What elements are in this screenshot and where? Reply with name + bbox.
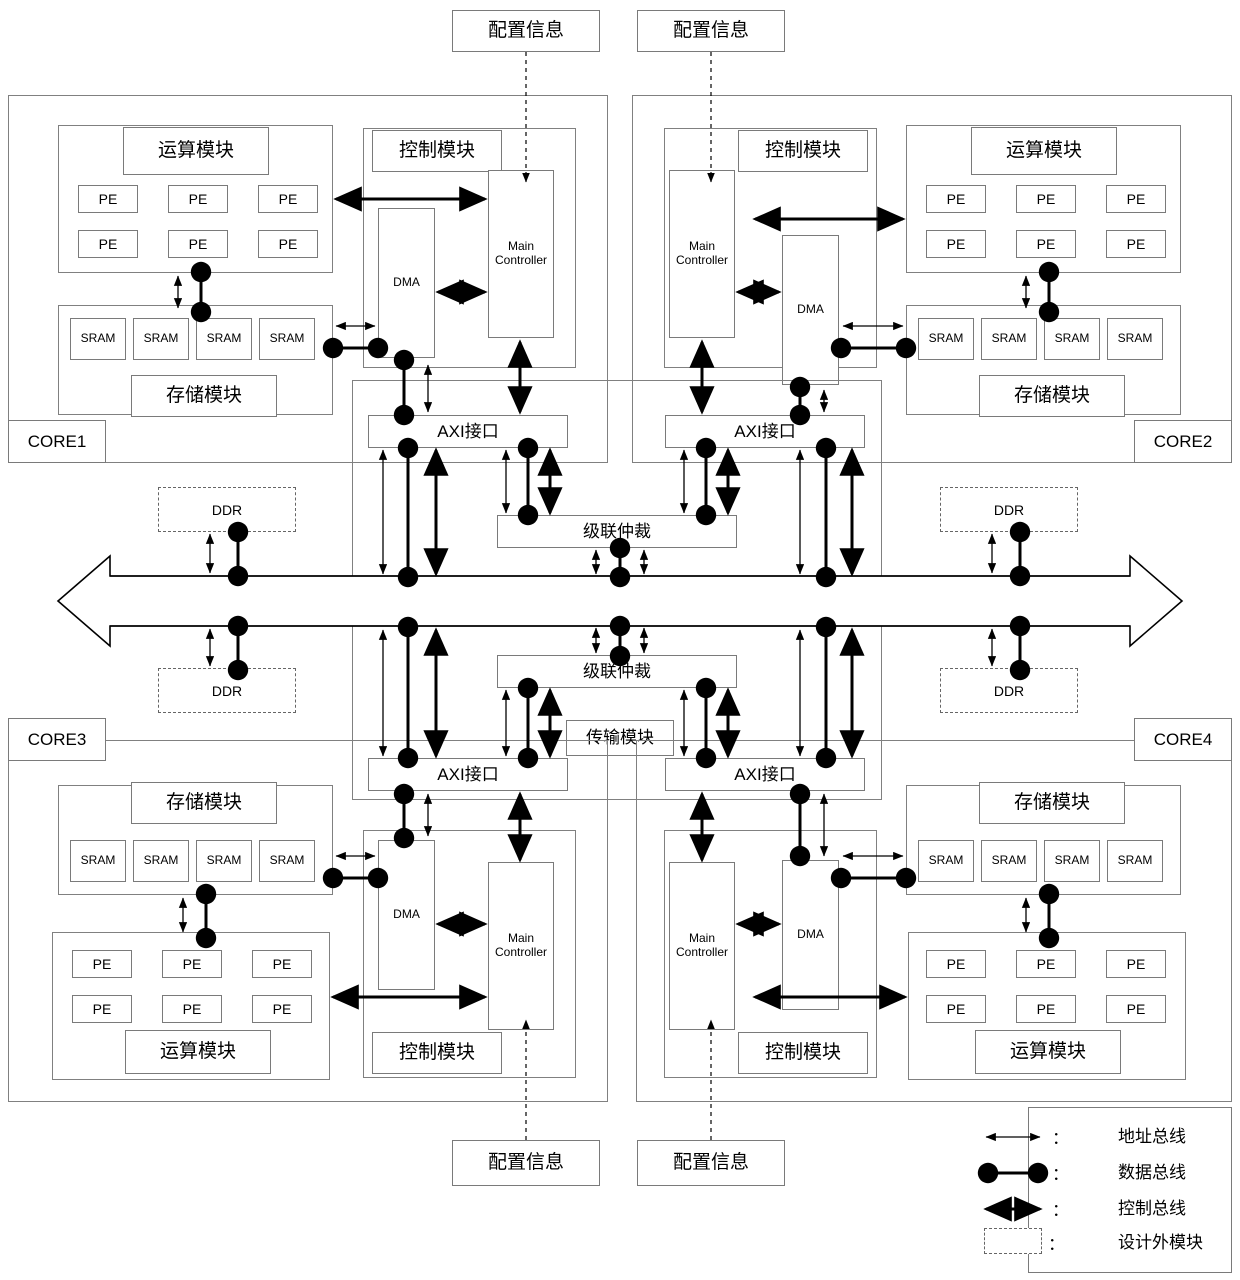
core1-sram-1: SRAM [70, 318, 126, 360]
legend-address-bus-row: 地址总线 [1058, 1122, 1228, 1152]
core4-dma: DMA [782, 860, 839, 1010]
core1-pe-2: PE [168, 185, 228, 213]
core3-pe-5: PE [162, 995, 222, 1023]
config-info-box-top-left: 配置信息 [452, 10, 600, 52]
config-info-box-bottom-left: 配置信息 [452, 1140, 600, 1186]
core3-main-controller: Main Controller [488, 862, 554, 1030]
ddr-right-bottom: DDR [940, 668, 1078, 713]
axi-interface-top-right: AXI接口 [665, 415, 865, 448]
core1-pe-4: PE [78, 230, 138, 258]
core1-compute-module-label: 运算模块 [123, 127, 269, 175]
core2-pe-1: PE [926, 185, 986, 213]
config-info-box-bottom-right: 配置信息 [637, 1140, 785, 1186]
core4-pe-1: PE [926, 950, 986, 978]
core2-sram-4: SRAM [1107, 318, 1163, 360]
core2-tag: CORE2 [1134, 420, 1232, 463]
core3-pe-4: PE [72, 995, 132, 1023]
core4-pe-3: PE [1106, 950, 1166, 978]
config-info-label: 配置信息 [487, 1152, 564, 1174]
core3-tag: CORE3 [8, 718, 106, 761]
core3-compute-module-label: 运算模块 [125, 1030, 271, 1074]
core2-compute-module-label: 运算模块 [971, 127, 1117, 175]
ddr-left-bottom: DDR [158, 668, 296, 713]
core4-main-controller: Main Controller [669, 862, 735, 1030]
ddr-right-top: DDR [940, 487, 1078, 532]
cascade-arbiter-bottom: 级联仲裁 [497, 655, 737, 688]
axi-bus-label: AXI [585, 588, 655, 614]
config-info-box-top-right: 配置信息 [637, 10, 785, 52]
core3-sram-4: SRAM [259, 840, 315, 882]
diagram-canvas: 配置信息 配置信息 CORE1 运算模块 PE PE PE PE PE PE S… [0, 0, 1240, 1280]
core1-storage-module-label: 存储模块 [131, 375, 277, 417]
core1-pe-1: PE [78, 185, 138, 213]
core4-pe-2: PE [1016, 950, 1076, 978]
core1-pe-6: PE [258, 230, 318, 258]
core4-tag: CORE4 [1134, 718, 1232, 761]
legend-address-bus-label: 地址总线 [1118, 1126, 1186, 1146]
core2-pe-4: PE [926, 230, 986, 258]
core3-pe-2: PE [162, 950, 222, 978]
core2-pe-3: PE [1106, 185, 1166, 213]
cascade-arbiter-top: 级联仲裁 [497, 515, 737, 548]
ddr-left-top: DDR [158, 487, 296, 532]
legend-data-bus-row: 数据总线 [1058, 1158, 1228, 1188]
core4-sram-4: SRAM [1107, 840, 1163, 882]
legend-external-module-row: 设计外模块 [1058, 1228, 1233, 1258]
core3-pe-3: PE [252, 950, 312, 978]
core3-storage-module-label: 存储模块 [131, 782, 277, 824]
config-info-label: 配置信息 [672, 1152, 749, 1174]
core3-control-module-label: 控制模块 [372, 1032, 502, 1074]
core2-control-module-label: 控制模块 [738, 130, 868, 172]
legend-external-module-label: 设计外模块 [1118, 1232, 1203, 1252]
core4-pe-6: PE [1106, 995, 1166, 1023]
core1-main-controller: Main Controller [488, 170, 554, 338]
core4-storage-module-label: 存储模块 [979, 782, 1125, 824]
core2-storage-module-label: 存储模块 [979, 375, 1125, 417]
core2-sram-1: SRAM [918, 318, 974, 360]
core1-pe-3: PE [258, 185, 318, 213]
core4-control-module-label: 控制模块 [738, 1032, 868, 1074]
core4-sram-2: SRAM [981, 840, 1037, 882]
core1-sram-3: SRAM [196, 318, 252, 360]
legend-dashed-rect-icon [984, 1228, 1042, 1254]
core1-pe-5: PE [168, 230, 228, 258]
core2-pe-5: PE [1016, 230, 1076, 258]
core4-sram-1: SRAM [918, 840, 974, 882]
core3-dma: DMA [378, 840, 435, 990]
core1-dma: DMA [378, 208, 435, 358]
core1-sram-2: SRAM [133, 318, 189, 360]
core1-tag: CORE1 [8, 420, 106, 463]
core4-pe-4: PE [926, 995, 986, 1023]
core2-main-controller: Main Controller [669, 170, 735, 338]
legend-control-bus-row: 控制总线 [1058, 1194, 1228, 1224]
axi-interface-top-left: AXI接口 [368, 415, 568, 448]
core1-control-module-label: 控制模块 [372, 130, 502, 172]
config-info-label: 配置信息 [672, 20, 749, 42]
core3-pe-6: PE [252, 995, 312, 1023]
core1-sram-4: SRAM [259, 318, 315, 360]
legend-data-bus-label: 数据总线 [1118, 1162, 1186, 1182]
config-info-label: 配置信息 [487, 20, 564, 42]
legend-control-bus-label: 控制总线 [1118, 1198, 1186, 1218]
core3-sram-1: SRAM [70, 840, 126, 882]
core4-compute-module-label: 运算模块 [975, 1030, 1121, 1074]
core2-pe-6: PE [1106, 230, 1166, 258]
core2-pe-2: PE [1016, 185, 1076, 213]
core3-sram-3: SRAM [196, 840, 252, 882]
core4-sram-3: SRAM [1044, 840, 1100, 882]
core3-sram-2: SRAM [133, 840, 189, 882]
core2-dma: DMA [782, 235, 839, 385]
core4-pe-5: PE [1016, 995, 1076, 1023]
core2-sram-3: SRAM [1044, 318, 1100, 360]
core2-sram-2: SRAM [981, 318, 1037, 360]
core3-pe-1: PE [72, 950, 132, 978]
